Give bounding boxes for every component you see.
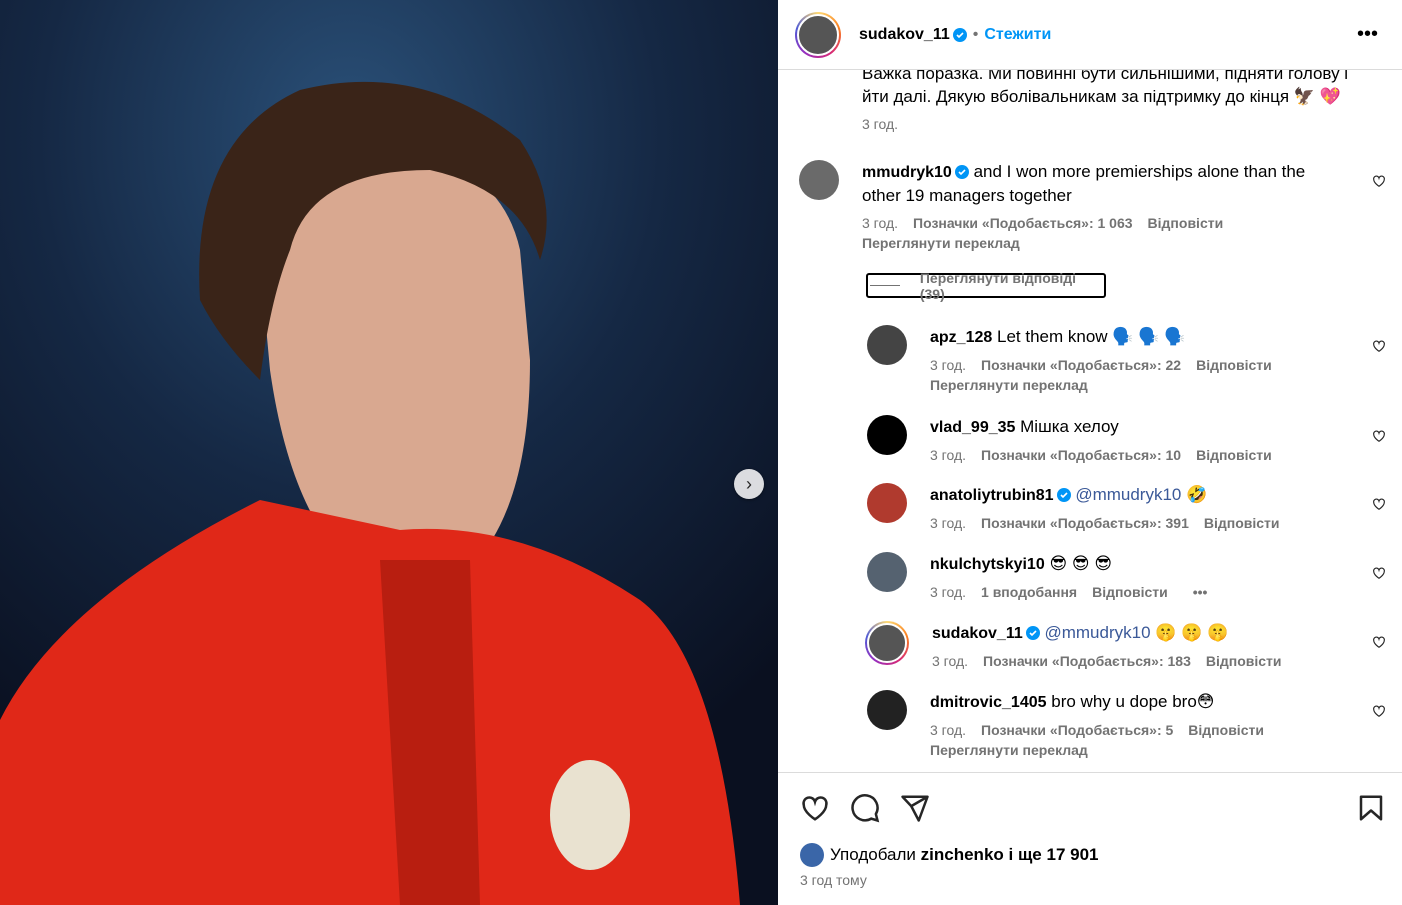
reply-button[interactable]: Відповісти [1204, 515, 1280, 531]
mention-link[interactable]: @mmudryk10 [1044, 623, 1150, 642]
reply-text: bro why u dope bro😳 [1051, 692, 1215, 711]
reply-username[interactable]: nkulchytskyi10 [930, 556, 1045, 573]
reply-comment: sudakov_11 @mmudryk10 🤫 🤫 🤫 3 год. Позначк… [778, 621, 1402, 669]
reply-username[interactable]: sudakov_11 [932, 625, 1023, 642]
see-translation-link[interactable]: Переглянути переклад [930, 742, 1350, 758]
next-photo-button[interactable]: › [734, 469, 764, 499]
author-avatar[interactable] [795, 11, 841, 58]
caption-time: 3 год. [862, 116, 899, 132]
reply-likes[interactable]: Позначки «Подобається»: 183 [983, 653, 1191, 669]
reply-text: Мішка хелоу [1020, 417, 1119, 436]
verified-icon [1025, 626, 1040, 640]
caption-text: Важка поразка. Ми повинні бути сильнішим… [862, 70, 1349, 106]
save-icon[interactable] [1356, 793, 1386, 823]
post-photo: › [0, 0, 778, 905]
reply-time: 3 год. [930, 722, 967, 738]
heart-icon[interactable] [1372, 174, 1386, 188]
mention-link[interactable]: @mmudryk10 [1075, 485, 1181, 504]
reply-avatar[interactable] [865, 621, 909, 665]
liker-avatar [800, 843, 824, 867]
reply-time: 3 год. [930, 357, 967, 373]
see-translation-link[interactable]: Переглянути переклад [862, 235, 1362, 251]
more-icon[interactable]: ••• [1193, 584, 1208, 600]
reply-avatar[interactable] [867, 325, 907, 365]
reply-text: Let them know 🗣️ 🗣️ 🗣️ [997, 327, 1186, 346]
heart-icon[interactable] [1372, 339, 1386, 353]
comment-icon[interactable] [850, 793, 880, 823]
reply-button[interactable]: Відповісти [1188, 722, 1264, 738]
reply-button[interactable]: Відповісти [1148, 215, 1224, 231]
reply-comment: dmitrovic_1405 bro why u dope bro😳 3 год.… [778, 690, 1402, 758]
verified-icon [954, 165, 969, 179]
author-username[interactable]: sudakov_11 [859, 26, 950, 44]
reply-button[interactable]: Відповісти [1092, 584, 1168, 600]
liker-username[interactable]: zinchenko [921, 845, 1004, 865]
reply-comment: nkulchytskyi10 😎 😎 😎 3 год. 1 вподобання Ві… [778, 552, 1402, 600]
more-options-icon[interactable]: ••• [1357, 23, 1378, 46]
likes-summary[interactable]: Уподобали zinchenko і ще 17 901 [800, 843, 1098, 867]
likes-count[interactable]: і ще 17 901 [1009, 845, 1099, 865]
reply-text: 🤣 [1186, 485, 1208, 504]
post-panel: sudakov_11 • Стежити ••• Важка поразка. … [778, 0, 1402, 905]
reply-time: 3 год. [930, 515, 967, 531]
comment-time: 3 год. [862, 215, 899, 231]
reply-time: 3 год. [930, 584, 967, 600]
chevron-right-icon: › [746, 473, 752, 494]
commenter-avatar[interactable] [799, 160, 839, 200]
reply-likes[interactable]: Позначки «Подобається»: 391 [981, 515, 1189, 531]
reply-username[interactable]: vlad_99_35 [930, 419, 1015, 436]
heart-icon[interactable] [1372, 635, 1386, 649]
reply-avatar[interactable] [867, 690, 907, 730]
reply-button[interactable]: Відповісти [1196, 357, 1272, 373]
comment: mmudryk10 and I won more premierships al… [778, 160, 1402, 302]
heart-icon[interactable] [1372, 497, 1386, 511]
share-icon[interactable] [900, 793, 930, 823]
heart-icon[interactable] [1372, 704, 1386, 718]
reply-username[interactable]: anatoliytrubin81 [930, 487, 1054, 504]
verified-icon [952, 27, 967, 42]
reply-avatar[interactable] [867, 415, 907, 455]
reply-comment: apz_128 Let them know 🗣️ 🗣️ 🗣️ 3 год. Позн… [778, 325, 1402, 393]
reply-likes[interactable]: Позначки «Подобається»: 10 [981, 447, 1181, 463]
reply-likes[interactable]: 1 вподобання [981, 584, 1077, 600]
reply-username[interactable]: apz_128 [930, 329, 992, 346]
reply-comment: anatoliytrubin81 @mmudryk10 🤣 3 год. Позна… [778, 483, 1402, 531]
heart-icon[interactable] [1372, 566, 1386, 580]
verified-icon [1056, 488, 1071, 502]
view-replies-button[interactable]: Переглянути відповіді (39) [866, 270, 1106, 302]
follow-button[interactable]: Стежити [984, 26, 1051, 44]
reply-button[interactable]: Відповісти [1196, 447, 1272, 463]
comment-likes[interactable]: Позначки «Подобається»: 1 063 [913, 215, 1133, 231]
post-actions: Уподобали zinchenko і ще 17 901 3 год то… [778, 772, 1402, 905]
comment-username[interactable]: mmudryk10 [862, 164, 952, 181]
post-time: 3 год тому [800, 872, 867, 888]
reply-comment: vlad_99_35 Мішка хелоу 3 год. Позначки «По… [778, 415, 1402, 463]
post-header: sudakov_11 • Стежити ••• [778, 0, 1402, 70]
reply-likes[interactable]: Позначки «Подобається»: 22 [981, 357, 1181, 373]
reply-username[interactable]: dmitrovic_1405 [930, 694, 1047, 711]
reply-button[interactable]: Відповісти [1206, 653, 1282, 669]
reply-time: 3 год. [930, 447, 967, 463]
reply-likes[interactable]: Позначки «Подобається»: 5 [981, 722, 1173, 738]
reply-time: 3 год. [932, 653, 969, 669]
reply-avatar[interactable] [867, 483, 907, 523]
reply-text: 🤫 🤫 🤫 [1155, 623, 1229, 642]
reply-avatar[interactable] [867, 552, 907, 592]
see-translation-link[interactable]: Переглянути переклад [930, 377, 1350, 393]
heart-icon[interactable] [1372, 429, 1386, 443]
comments-list[interactable]: Важка поразка. Ми повинні бути сильнішим… [778, 70, 1402, 772]
like-icon[interactable] [800, 793, 830, 823]
comment-text: and I won more premierships alone than t… [973, 162, 1306, 181]
reply-text: 😎 😎 😎 [1049, 554, 1113, 573]
